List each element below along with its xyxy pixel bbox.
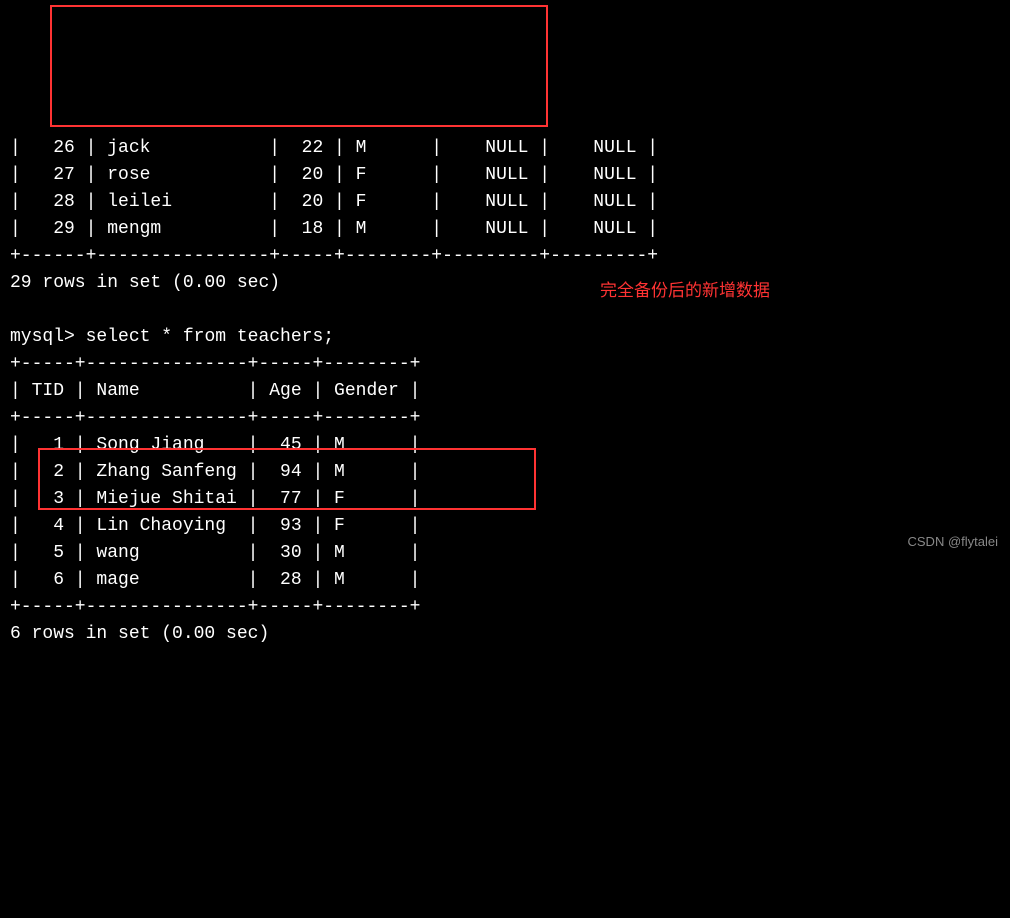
table-row: | 6 | mage | 28 | M | (10, 570, 420, 590)
table-row: | 3 | Miejue Shitai | 77 | F | (10, 489, 420, 509)
sql-query: select * from teachers; (86, 327, 334, 347)
annotation-text: 完全备份后的新增数据 (600, 278, 770, 304)
table-separator: +-----+---------------+-----+--------+ (10, 597, 420, 617)
result-count: 29 rows in set (0.00 sec) (10, 273, 280, 293)
prompt-line: mysql> select * from teachers; (10, 327, 334, 347)
table-separator: +-----+---------------+-----+--------+ (10, 354, 420, 374)
table-row: | 27 | rose | 20 | F | NULL | NULL | (10, 165, 658, 185)
table-separator: +------+----------------+-----+--------+… (10, 246, 658, 266)
watermark: CSDN @flytalei (908, 532, 999, 552)
table-row: | 28 | leilei | 20 | F | NULL | NULL | (10, 192, 658, 212)
mysql-prompt[interactable]: mysql> (10, 327, 86, 347)
table-row: | 29 | mengm | 18 | M | NULL | NULL | (10, 219, 658, 239)
table-row: | 1 | Song Jiang | 45 | M | (10, 435, 420, 455)
terminal-output: | 26 | jack | 22 | M | NULL | NULL | | 2… (0, 108, 1010, 648)
table-row: | 4 | Lin Chaoying | 93 | F | (10, 516, 420, 536)
table-row: | 5 | wang | 30 | M | (10, 543, 420, 563)
table-header: | TID | Name | Age | Gender | (10, 381, 420, 401)
table-row: | 26 | jack | 22 | M | NULL | NULL | (10, 138, 658, 158)
table-row: | 2 | Zhang Sanfeng | 94 | M | (10, 462, 420, 482)
result-count: 6 rows in set (0.00 sec) (10, 624, 269, 644)
table-separator: +-----+---------------+-----+--------+ (10, 408, 420, 428)
